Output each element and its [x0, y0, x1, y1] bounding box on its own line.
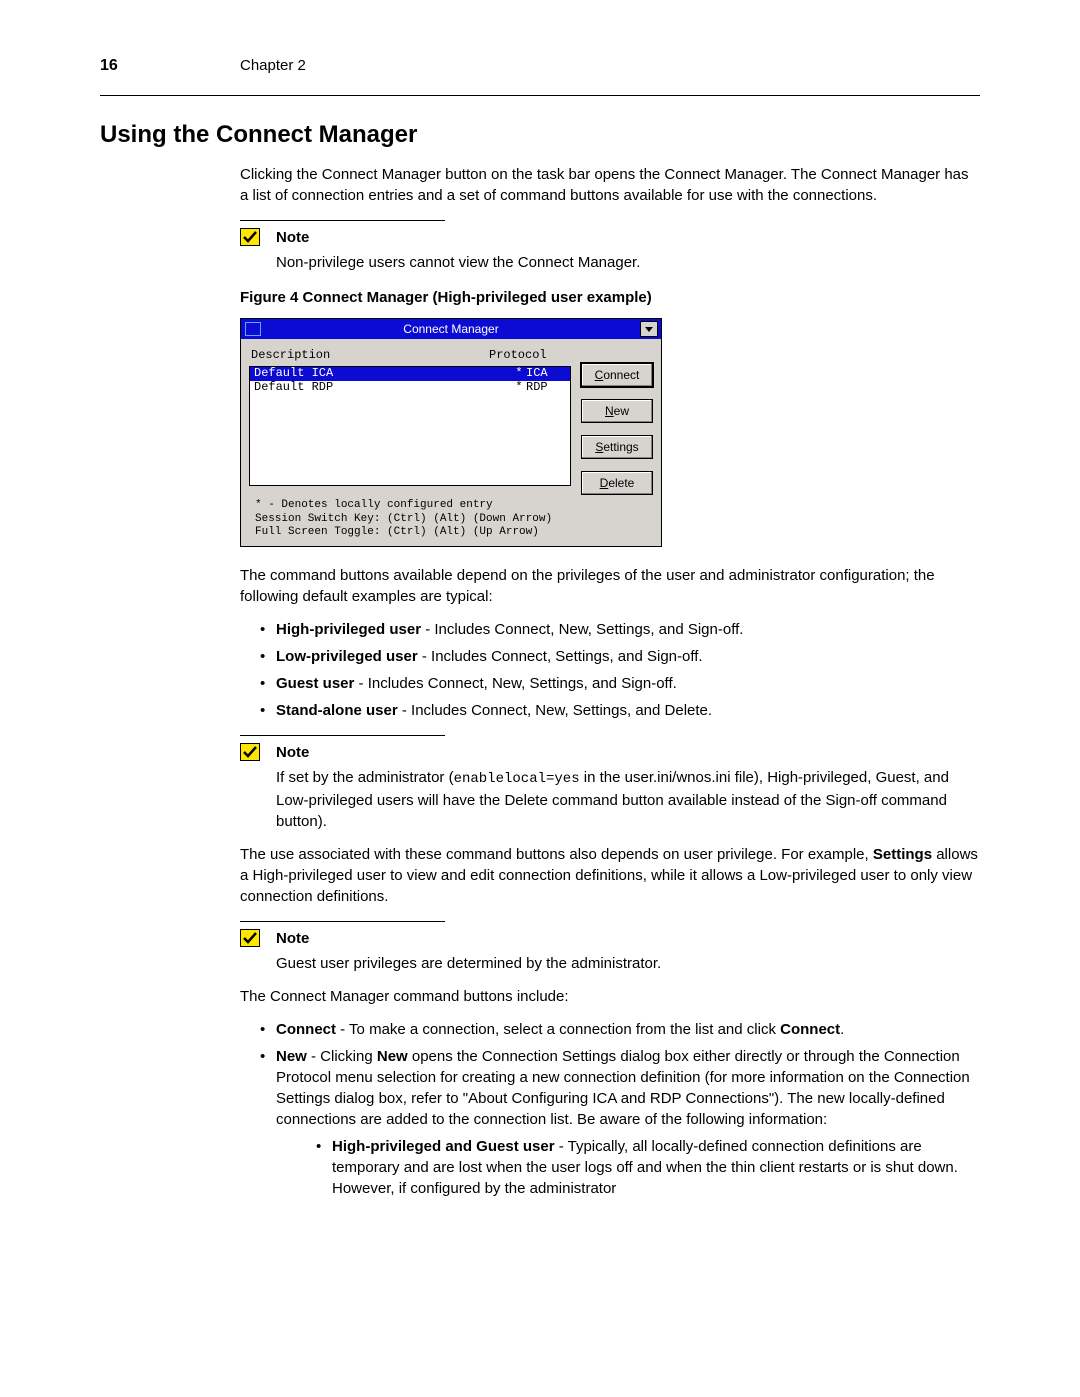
privilege-list: High-privileged user - Includes Connect,… — [240, 619, 980, 721]
titlebar: Connect Manager — [241, 319, 661, 339]
chapter-label: Chapter 2 — [240, 55, 306, 76]
note-separator — [240, 735, 445, 736]
use-paragraph: The use associated with these command bu… — [240, 844, 980, 907]
list-item: High-privileged user - Includes Connect,… — [260, 619, 980, 640]
footer-line: Session Switch Key: (Ctrl) (Alt) (Down A… — [255, 513, 653, 527]
note-block-3: Note Guest user privileges are determine… — [240, 928, 980, 974]
window-footer: * - Denotes locally configured entry Ses… — [241, 497, 661, 546]
list-item: New - Clicking New opens the Connection … — [260, 1046, 980, 1199]
note-text: Non-privilege users cannot view the Conn… — [276, 254, 640, 271]
footer-line: Full Screen Toggle: (Ctrl) (Alt) (Up Arr… — [255, 526, 653, 540]
sub-list: High-privileged and Guest user - Typical… — [276, 1136, 980, 1199]
col-description: Description — [251, 347, 489, 364]
header-rule — [100, 95, 980, 96]
page-header: 16 Chapter 2 — [100, 55, 980, 77]
code-inline: enablelocal=yes — [454, 771, 580, 787]
note-block-1: Note Non-privilege users cannot view the… — [240, 227, 980, 273]
list-item: Guest user - Includes Connect, New, Sett… — [260, 673, 980, 694]
command-list: Connect - To make a connection, select a… — [240, 1019, 980, 1199]
row-desc: Default RDP — [254, 379, 512, 396]
window-title: Connect Manager — [265, 321, 637, 338]
page-number: 16 — [100, 55, 240, 77]
app-icon — [245, 322, 261, 336]
list-item: Connect - To make a connection, select a… — [260, 1019, 980, 1040]
list-item[interactable]: Default RDP * RDP — [250, 381, 570, 395]
connect-manager-window: Connect Manager Description Protocol Def… — [240, 318, 662, 547]
note-label: Note — [276, 742, 980, 763]
delete-button[interactable]: Delete — [581, 471, 653, 495]
note-separator — [240, 220, 445, 221]
col-protocol: Protocol — [489, 347, 569, 364]
row-mark: * — [512, 379, 526, 396]
connect-button[interactable]: Connect — [581, 363, 653, 387]
row-prot: RDP — [526, 379, 566, 396]
list-item: Low-privileged user - Includes Connect, … — [260, 646, 980, 667]
list-item: Stand-alone user - Includes Connect, New… — [260, 700, 980, 721]
check-icon — [240, 929, 260, 947]
dropdown-icon[interactable] — [640, 321, 658, 337]
note-block-2: Note If set by the administrator (enable… — [240, 742, 980, 832]
note-separator — [240, 921, 445, 922]
list-headers: Description Protocol — [249, 345, 571, 366]
check-icon — [240, 743, 260, 761]
settings-button[interactable]: Settings — [581, 435, 653, 459]
note-label: Note — [276, 227, 980, 248]
cmd-intro: The Connect Manager command buttons incl… — [240, 986, 980, 1007]
note-label: Note — [276, 928, 980, 949]
intro-paragraph: Clicking the Connect Manager button on t… — [240, 164, 980, 206]
list-item: High-privileged and Guest user - Typical… — [316, 1136, 980, 1199]
new-button[interactable]: New — [581, 399, 653, 423]
note-text: Guest user privileges are determined by … — [276, 955, 661, 972]
connection-list[interactable]: Default ICA * ICA Default RDP * RDP — [249, 366, 571, 486]
figure-caption: Figure 4 Connect Manager (High-privilege… — [240, 287, 980, 308]
commands-intro: The command buttons available depend on … — [240, 565, 980, 607]
footer-line: * - Denotes locally configured entry — [255, 499, 653, 513]
section-title: Using the Connect Manager — [100, 118, 980, 152]
note-text: If set by the administrator (enablelocal… — [276, 769, 949, 830]
check-icon — [240, 228, 260, 246]
